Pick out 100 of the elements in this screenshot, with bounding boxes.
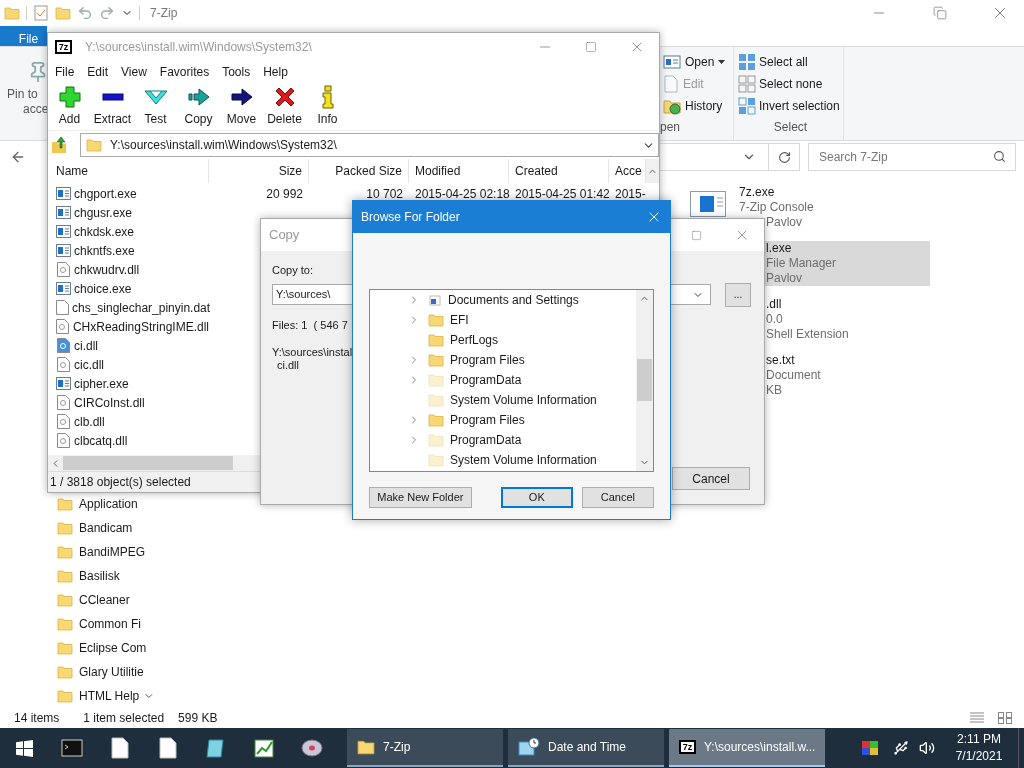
ribbon-button[interactable]: History — [660, 95, 733, 117]
nav-item[interactable]: Common Fi — [0, 612, 141, 636]
clock-date[interactable]: 7/1/2021 — [955, 748, 1003, 765]
restore-button[interactable] — [933, 6, 947, 20]
undo-icon[interactable] — [77, 5, 93, 21]
file-name[interactable]: chkntfs.exe — [48, 241, 209, 260]
color-icon[interactable] — [862, 741, 878, 755]
file-name[interactable]: clb.dll — [48, 412, 209, 431]
scrollbar-thumb[interactable] — [637, 359, 652, 401]
tree-item[interactable]: System Volume Information — [370, 450, 636, 470]
redo-icon[interactable] — [99, 5, 115, 21]
column-header[interactable]: Size — [209, 159, 309, 183]
file-name[interactable]: chgport.exe — [48, 184, 209, 203]
clock-time[interactable]: 2:11 PM — [957, 731, 1001, 748]
grid-icon — [738, 53, 756, 71]
file-name[interactable]: clbcatq.dll — [48, 431, 209, 450]
dialog-button[interactable]: OK — [500, 487, 573, 508]
terminal-icon[interactable] — [61, 738, 83, 758]
folder-icon — [428, 372, 444, 388]
toolbar-button[interactable]: Extract — [91, 83, 134, 130]
group-label: pen — [660, 119, 682, 136]
nav-item[interactable]: Glary Utilitie — [0, 660, 144, 684]
column-header[interactable]: Created — [509, 159, 609, 183]
file-name[interactable]: chkwudrv.dll — [48, 260, 209, 279]
nav-item[interactable]: Application — [0, 492, 138, 516]
menu-item[interactable]: Favorites — [159, 63, 210, 81]
toolbar-button[interactable]: Copy — [177, 83, 220, 130]
tree-item[interactable]: Documents and Settings — [370, 290, 636, 310]
chart-icon[interactable] — [253, 737, 275, 759]
document-icon[interactable] — [159, 737, 177, 759]
column-header[interactable]: Packed Size — [309, 159, 409, 183]
scrollbar-thumb[interactable] — [63, 456, 233, 470]
nav-item[interactable]: Bandicam — [0, 516, 133, 540]
notebook-icon[interactable] — [205, 737, 227, 759]
folder-icon — [428, 452, 444, 468]
arrow-right-icon — [186, 85, 211, 109]
nav-item[interactable]: CCleaner — [0, 588, 130, 612]
search-field[interactable]: Search 7-Zip — [808, 143, 1016, 171]
tree-item[interactable]: ProgramData — [370, 370, 636, 390]
tree-item[interactable]: Program Files — [370, 410, 636, 430]
taskbar-button[interactable]: Date and Time — [508, 729, 664, 767]
menu-item[interactable]: Edit — [87, 63, 109, 81]
path-field[interactable]: Y:\sources\install.wim\Windows\System32\ — [80, 133, 659, 157]
file-name[interactable]: CHxReadingStringIME.dll — [48, 317, 209, 336]
file-name[interactable]: ci.dll — [48, 336, 209, 355]
file-name[interactable]: CIRCoInst.dll — [48, 393, 209, 412]
nav-item[interactable]: Eclipse Com — [0, 636, 147, 660]
details-view-icon[interactable] — [970, 712, 984, 724]
back-icon[interactable] — [10, 149, 26, 165]
browse-button[interactable]: ... — [725, 282, 751, 307]
toolbar-button[interactable]: Info — [306, 83, 349, 130]
usb-icon[interactable] — [893, 740, 909, 756]
tree-item[interactable]: ProgramData — [370, 430, 636, 450]
file-name[interactable]: choice.exe — [48, 279, 209, 298]
nav-item[interactable]: HTML Help — [0, 684, 140, 708]
ribbon-button[interactable]: Select none — [738, 73, 843, 95]
menu-item[interactable]: Help — [263, 63, 288, 81]
table-cell-text: 2015- — [614, 185, 646, 203]
menu-item[interactable]: File — [55, 63, 75, 81]
ribbon-button[interactable]: Invert selection — [738, 95, 843, 117]
toolbar-button[interactable]: Move — [220, 83, 263, 130]
dialog-button[interactable]: Make New Folder — [369, 487, 472, 508]
nav-item[interactable]: Basilisk — [0, 564, 120, 588]
column-header[interactable]: Modified — [409, 159, 509, 183]
tree-item[interactable]: System Volume Information — [370, 390, 636, 410]
file-name[interactable]: cic.dll — [48, 355, 209, 374]
file-name[interactable]: chgusr.exe — [48, 203, 209, 222]
menu-item[interactable]: View — [121, 63, 147, 81]
ribbon-button[interactable]: Select all — [738, 51, 843, 73]
app-logo: 7z — [55, 40, 72, 54]
taskbar-button[interactable]: 7-Zip — [347, 729, 503, 767]
tiles-view-icon[interactable] — [998, 712, 1012, 724]
file-name[interactable]: cipher.exe — [48, 374, 209, 393]
file-name[interactable]: chkdsk.exe — [48, 222, 209, 241]
taskbar-button[interactable]: 7z Y:\sources\install.w... — [669, 729, 825, 767]
properties-icon[interactable] — [33, 5, 49, 21]
maximize-button[interactable] — [691, 229, 702, 241]
search-icon[interactable] — [993, 150, 1006, 163]
column-header[interactable]: Name — [48, 159, 209, 183]
toolbar-button[interactable]: Delete — [263, 83, 306, 130]
source-path: Y:\sources\instal — [272, 346, 353, 359]
tree-item[interactable]: PerfLogs — [370, 330, 636, 350]
refresh-icon[interactable] — [777, 150, 791, 164]
windows-logo-icon[interactable] — [15, 739, 33, 757]
tree-item[interactable]: Program Files — [370, 350, 636, 370]
file-name[interactable]: chs_singlechar_pinyin.dat — [48, 298, 209, 317]
maximize-button[interactable] — [585, 41, 597, 53]
menu-item[interactable]: Tools — [222, 63, 251, 81]
nav-item[interactable]: BandiMPEG — [0, 540, 146, 564]
dialog-button[interactable]: Cancel — [581, 487, 654, 508]
ribbon-button[interactable]: Open — [660, 51, 733, 73]
toolbar-button[interactable]: Test — [134, 83, 177, 130]
folder-up-icon[interactable] — [51, 136, 69, 154]
document-icon[interactable] — [111, 737, 129, 759]
arrow-right-icon — [229, 85, 254, 109]
toolbar-button[interactable]: Add — [48, 83, 91, 130]
disc-icon[interactable] — [300, 737, 324, 759]
cancel-button[interactable]: Cancel — [672, 467, 750, 490]
tree-item[interactable]: EFI — [370, 310, 636, 330]
explorer-item[interactable]: 7z.exe 7-Zip Console Pavlov — [690, 185, 1024, 230]
